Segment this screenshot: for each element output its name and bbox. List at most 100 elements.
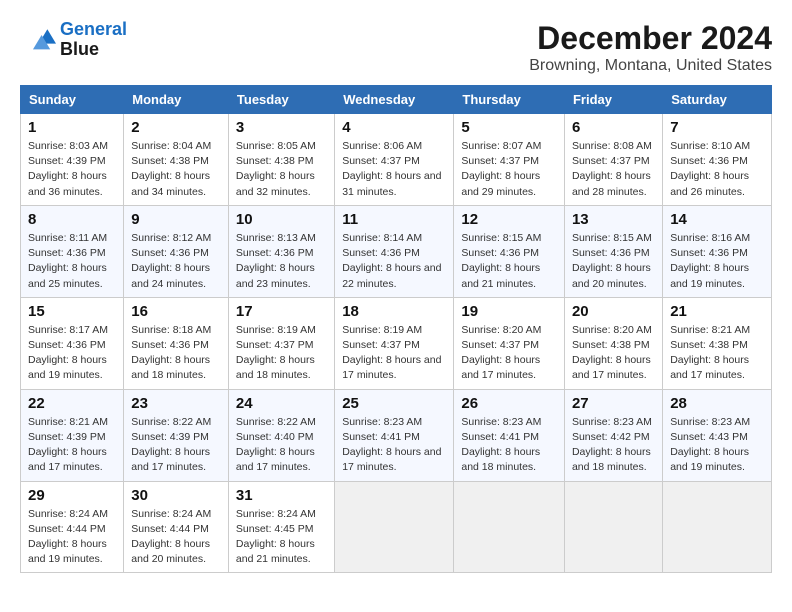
day-info: Sunrise: 8:14 AM Sunset: 4:36 PM Dayligh… <box>342 231 446 292</box>
day-info: Sunrise: 8:23 AM Sunset: 4:41 PM Dayligh… <box>461 415 557 476</box>
day-number: 17 <box>236 303 327 320</box>
day-info: Sunrise: 8:23 AM Sunset: 4:43 PM Dayligh… <box>670 415 764 476</box>
calendar-cell: 1 Sunrise: 8:03 AM Sunset: 4:39 PM Dayli… <box>21 114 124 206</box>
calendar-cell: 31 Sunrise: 8:24 AM Sunset: 4:45 PM Dayl… <box>228 481 334 573</box>
day-info: Sunrise: 8:16 AM Sunset: 4:36 PM Dayligh… <box>670 231 764 292</box>
day-info: Sunrise: 8:21 AM Sunset: 4:38 PM Dayligh… <box>670 323 764 384</box>
day-info: Sunrise: 8:20 AM Sunset: 4:38 PM Dayligh… <box>572 323 655 384</box>
day-info: Sunrise: 8:20 AM Sunset: 4:37 PM Dayligh… <box>461 323 557 384</box>
day-number: 1 <box>28 119 116 136</box>
calendar-table: SundayMondayTuesdayWednesdayThursdayFrid… <box>20 85 772 573</box>
calendar-cell: 2 Sunrise: 8:04 AM Sunset: 4:38 PM Dayli… <box>124 114 229 206</box>
calendar-cell: 14 Sunrise: 8:16 AM Sunset: 4:36 PM Dayl… <box>663 205 772 297</box>
day-number: 11 <box>342 211 446 228</box>
calendar-cell: 17 Sunrise: 8:19 AM Sunset: 4:37 PM Dayl… <box>228 297 334 389</box>
day-number: 6 <box>572 119 655 136</box>
day-number: 19 <box>461 303 557 320</box>
day-number: 24 <box>236 395 327 412</box>
day-number: 28 <box>670 395 764 412</box>
calendar-cell: 20 Sunrise: 8:20 AM Sunset: 4:38 PM Dayl… <box>564 297 662 389</box>
calendar-cell <box>335 481 454 573</box>
day-info: Sunrise: 8:22 AM Sunset: 4:39 PM Dayligh… <box>131 415 221 476</box>
calendar-cell: 15 Sunrise: 8:17 AM Sunset: 4:36 PM Dayl… <box>21 297 124 389</box>
day-info: Sunrise: 8:10 AM Sunset: 4:36 PM Dayligh… <box>670 139 764 200</box>
day-info: Sunrise: 8:13 AM Sunset: 4:36 PM Dayligh… <box>236 231 327 292</box>
calendar-body: 1 Sunrise: 8:03 AM Sunset: 4:39 PM Dayli… <box>21 114 772 573</box>
calendar-cell: 8 Sunrise: 8:11 AM Sunset: 4:36 PM Dayli… <box>21 205 124 297</box>
day-info: Sunrise: 8:24 AM Sunset: 4:44 PM Dayligh… <box>28 507 116 568</box>
header-thursday: Thursday <box>454 86 565 114</box>
day-info: Sunrise: 8:11 AM Sunset: 4:36 PM Dayligh… <box>28 231 116 292</box>
calendar-cell: 28 Sunrise: 8:23 AM Sunset: 4:43 PM Dayl… <box>663 389 772 481</box>
header-sunday: Sunday <box>21 86 124 114</box>
day-info: Sunrise: 8:24 AM Sunset: 4:44 PM Dayligh… <box>131 507 221 568</box>
calendar-cell: 16 Sunrise: 8:18 AM Sunset: 4:36 PM Dayl… <box>124 297 229 389</box>
day-number: 22 <box>28 395 116 412</box>
calendar-header-row: SundayMondayTuesdayWednesdayThursdayFrid… <box>21 86 772 114</box>
calendar-cell: 12 Sunrise: 8:15 AM Sunset: 4:36 PM Dayl… <box>454 205 565 297</box>
day-number: 2 <box>131 119 221 136</box>
header-tuesday: Tuesday <box>228 86 334 114</box>
day-number: 4 <box>342 119 446 136</box>
logo: General Blue <box>20 20 127 60</box>
day-info: Sunrise: 8:17 AM Sunset: 4:36 PM Dayligh… <box>28 323 116 384</box>
day-number: 10 <box>236 211 327 228</box>
day-info: Sunrise: 8:05 AM Sunset: 4:38 PM Dayligh… <box>236 139 327 200</box>
day-number: 3 <box>236 119 327 136</box>
calendar-week-3: 15 Sunrise: 8:17 AM Sunset: 4:36 PM Dayl… <box>21 297 772 389</box>
day-number: 31 <box>236 487 327 504</box>
day-info: Sunrise: 8:19 AM Sunset: 4:37 PM Dayligh… <box>342 323 446 384</box>
calendar-cell: 27 Sunrise: 8:23 AM Sunset: 4:42 PM Dayl… <box>564 389 662 481</box>
day-info: Sunrise: 8:12 AM Sunset: 4:36 PM Dayligh… <box>131 231 221 292</box>
day-number: 8 <box>28 211 116 228</box>
day-number: 5 <box>461 119 557 136</box>
calendar-cell: 7 Sunrise: 8:10 AM Sunset: 4:36 PM Dayli… <box>663 114 772 206</box>
calendar-cell: 3 Sunrise: 8:05 AM Sunset: 4:38 PM Dayli… <box>228 114 334 206</box>
day-number: 20 <box>572 303 655 320</box>
calendar-cell: 29 Sunrise: 8:24 AM Sunset: 4:44 PM Dayl… <box>21 481 124 573</box>
day-number: 30 <box>131 487 221 504</box>
main-title: December 2024 <box>529 20 772 57</box>
calendar-cell: 24 Sunrise: 8:22 AM Sunset: 4:40 PM Dayl… <box>228 389 334 481</box>
calendar-cell: 13 Sunrise: 8:15 AM Sunset: 4:36 PM Dayl… <box>564 205 662 297</box>
day-info: Sunrise: 8:24 AM Sunset: 4:45 PM Dayligh… <box>236 507 327 568</box>
day-info: Sunrise: 8:03 AM Sunset: 4:39 PM Dayligh… <box>28 139 116 200</box>
header-saturday: Saturday <box>663 86 772 114</box>
calendar-cell: 23 Sunrise: 8:22 AM Sunset: 4:39 PM Dayl… <box>124 389 229 481</box>
day-number: 25 <box>342 395 446 412</box>
calendar-cell: 26 Sunrise: 8:23 AM Sunset: 4:41 PM Dayl… <box>454 389 565 481</box>
day-info: Sunrise: 8:21 AM Sunset: 4:39 PM Dayligh… <box>28 415 116 476</box>
calendar-cell <box>454 481 565 573</box>
calendar-cell: 10 Sunrise: 8:13 AM Sunset: 4:36 PM Dayl… <box>228 205 334 297</box>
day-number: 9 <box>131 211 221 228</box>
day-number: 23 <box>131 395 221 412</box>
day-number: 12 <box>461 211 557 228</box>
header-friday: Friday <box>564 86 662 114</box>
day-number: 14 <box>670 211 764 228</box>
calendar-cell: 30 Sunrise: 8:24 AM Sunset: 4:44 PM Dayl… <box>124 481 229 573</box>
day-number: 16 <box>131 303 221 320</box>
calendar-cell: 25 Sunrise: 8:23 AM Sunset: 4:41 PM Dayl… <box>335 389 454 481</box>
page-header: General Blue December 2024 Browning, Mon… <box>20 20 772 75</box>
logo-icon <box>20 22 56 58</box>
calendar-week-1: 1 Sunrise: 8:03 AM Sunset: 4:39 PM Dayli… <box>21 114 772 206</box>
calendar-week-5: 29 Sunrise: 8:24 AM Sunset: 4:44 PM Dayl… <box>21 481 772 573</box>
logo-text: General Blue <box>60 20 127 60</box>
calendar-cell: 9 Sunrise: 8:12 AM Sunset: 4:36 PM Dayli… <box>124 205 229 297</box>
calendar-week-2: 8 Sunrise: 8:11 AM Sunset: 4:36 PM Dayli… <box>21 205 772 297</box>
calendar-cell: 4 Sunrise: 8:06 AM Sunset: 4:37 PM Dayli… <box>335 114 454 206</box>
day-number: 29 <box>28 487 116 504</box>
day-number: 13 <box>572 211 655 228</box>
calendar-cell: 21 Sunrise: 8:21 AM Sunset: 4:38 PM Dayl… <box>663 297 772 389</box>
day-info: Sunrise: 8:08 AM Sunset: 4:37 PM Dayligh… <box>572 139 655 200</box>
day-number: 26 <box>461 395 557 412</box>
calendar-cell: 6 Sunrise: 8:08 AM Sunset: 4:37 PM Dayli… <box>564 114 662 206</box>
day-info: Sunrise: 8:15 AM Sunset: 4:36 PM Dayligh… <box>572 231 655 292</box>
day-info: Sunrise: 8:07 AM Sunset: 4:37 PM Dayligh… <box>461 139 557 200</box>
calendar-cell: 19 Sunrise: 8:20 AM Sunset: 4:37 PM Dayl… <box>454 297 565 389</box>
header-monday: Monday <box>124 86 229 114</box>
calendar-cell: 11 Sunrise: 8:14 AM Sunset: 4:36 PM Dayl… <box>335 205 454 297</box>
day-info: Sunrise: 8:23 AM Sunset: 4:42 PM Dayligh… <box>572 415 655 476</box>
calendar-cell: 18 Sunrise: 8:19 AM Sunset: 4:37 PM Dayl… <box>335 297 454 389</box>
day-number: 27 <box>572 395 655 412</box>
